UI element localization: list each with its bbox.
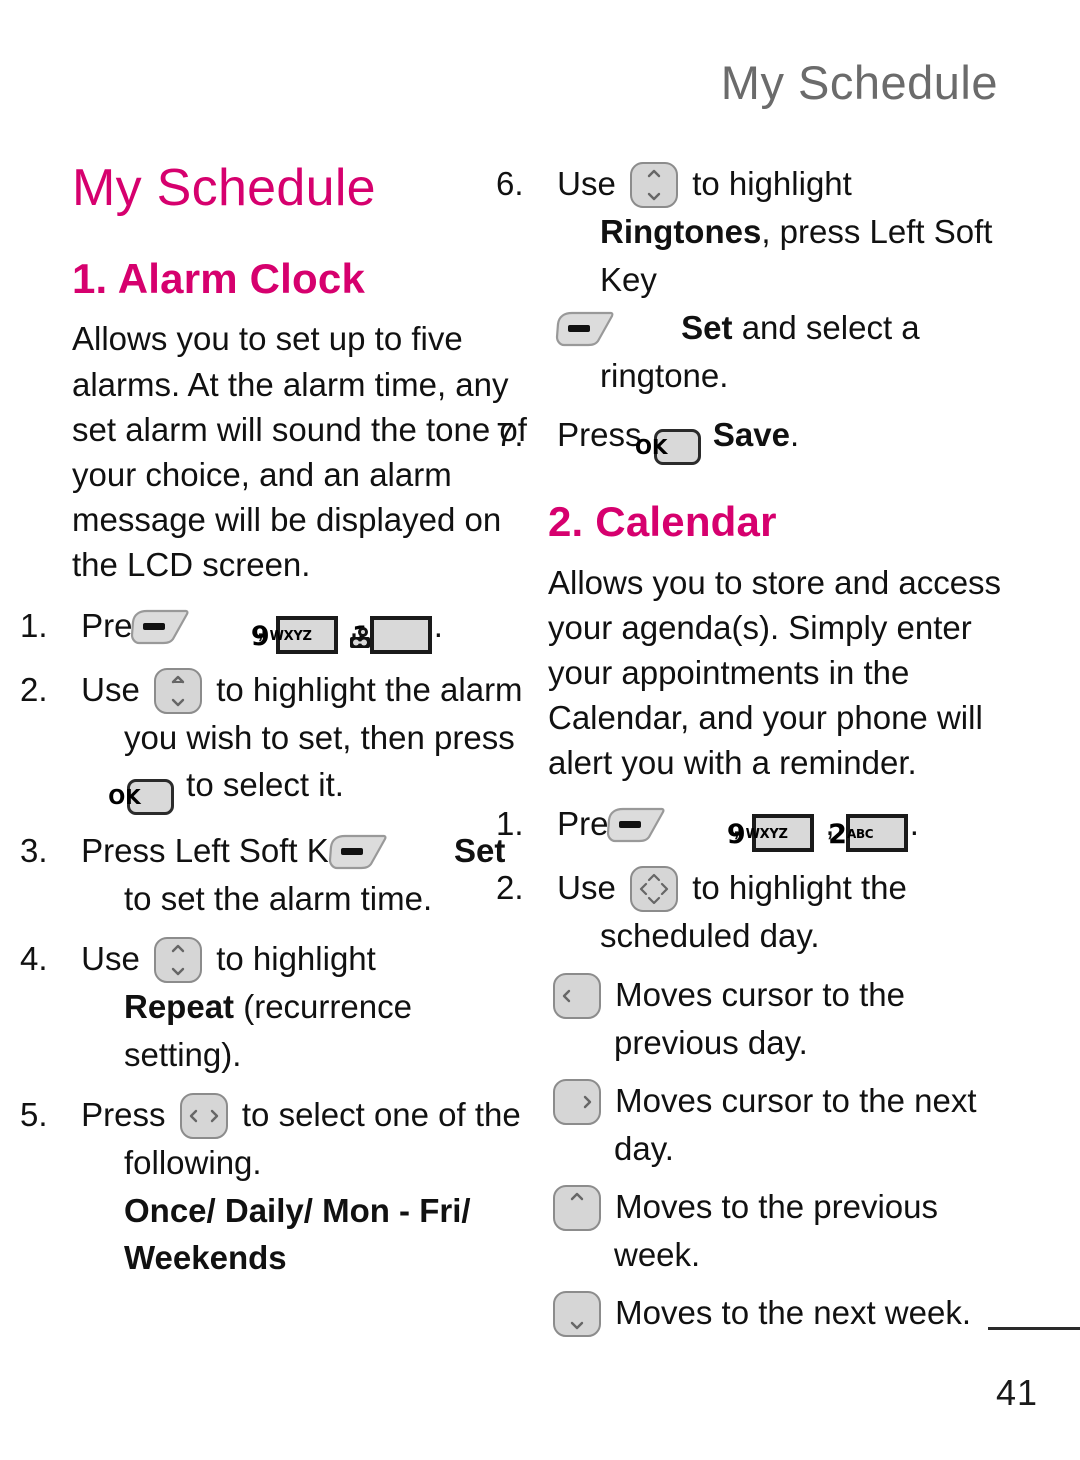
nav-up-down-key-icon xyxy=(630,162,679,208)
nav-down-key-icon xyxy=(553,1290,601,1337)
key-2-abc-icon: 2ABC xyxy=(828,813,908,852)
key-description-text: Moves cursor to the previous day. xyxy=(614,976,905,1062)
step-text-end: . xyxy=(433,606,443,644)
left-soft-key-icon xyxy=(555,310,668,348)
alarm-step-7: 7. Press OK Save. xyxy=(496,411,1018,466)
key-description-text: Moves to the previous week. xyxy=(614,1188,939,1274)
left-column: My Schedule 1. Alarm Clock Allows you to… xyxy=(20,159,532,1294)
step-text-end: to select it. xyxy=(186,766,344,804)
footer-divider-rule xyxy=(988,1327,1080,1330)
nav-up-down-key-icon xyxy=(154,667,203,714)
running-header-title: My Schedule xyxy=(720,56,998,109)
key-description-text: Moves to the next week. xyxy=(615,1293,972,1331)
nav-left-right-key-icon xyxy=(179,1092,228,1139)
alarm-step-2: 2. Use to highlight the alarm you wish t… xyxy=(20,666,532,816)
key-1-voicemail-icon: 1 xyxy=(349,615,432,654)
key-letters: WXYZ xyxy=(745,826,788,842)
right-column: 6. Use to highlight Ringtones, press Lef… xyxy=(496,160,1018,1347)
step-text: Press Left Soft Key xyxy=(81,832,364,870)
step-text: to highlight xyxy=(216,940,376,978)
nav-right-key-icon xyxy=(553,1079,601,1126)
key-letters: WXYZ xyxy=(269,628,312,644)
key-digit: 9 xyxy=(726,818,746,850)
nav-four-way-key-icon xyxy=(630,865,679,912)
alarm-step-5: 5. Press to select one of the following.… xyxy=(20,1091,532,1283)
chapter-title: My Schedule xyxy=(72,159,376,217)
repeat-options-list: Once/ Daily/ Mon - Fri/ Weekends xyxy=(124,1191,471,1277)
key-description-text: Moves cursor to the next day. xyxy=(614,1082,977,1168)
page-number: 41 xyxy=(995,1372,1038,1413)
step-text: Use xyxy=(81,670,140,708)
ok-key-icon: OK xyxy=(635,429,701,466)
step-text: Use xyxy=(557,165,616,202)
key-digit: 9 xyxy=(250,620,270,652)
nav-up-key-icon xyxy=(553,1185,601,1232)
menu-item-ringtones: Ringtones xyxy=(600,213,762,250)
key-9-wxyz-icon: 9WXYZ xyxy=(727,813,815,852)
calendar-step-1: 1. Press , 9WXYZ , 2ABC. xyxy=(496,804,919,852)
key-9-wxyz-icon: 9WXYZ xyxy=(251,615,339,654)
calendar-key-description-left: Moves cursor to the previous day. xyxy=(548,971,1018,1067)
left-soft-key-icon xyxy=(606,806,719,844)
voicemail-icon xyxy=(349,624,398,648)
step-text: Use xyxy=(81,940,140,978)
alarm-step-1: 1. Press , 9WXYZ , 1. xyxy=(20,606,443,654)
step-text-end: . xyxy=(909,804,919,842)
step-text: Use xyxy=(557,868,616,906)
alarm-step-6: 6. Use to highlight Ringtones, press Lef… xyxy=(496,160,1018,399)
key-digit: 2 xyxy=(828,818,847,850)
step-text-end: . xyxy=(789,416,800,454)
step-text: to highlight xyxy=(692,165,852,202)
step-text-end: to set the alarm time. xyxy=(124,880,433,918)
left-soft-key-icon xyxy=(328,833,441,871)
calendar-key-description-down: Moves to the next week. xyxy=(548,1289,1018,1337)
left-soft-key-icon xyxy=(130,608,243,646)
section-title-alarm-clock: 1. Alarm Clock xyxy=(72,255,366,303)
calendar-key-description-up: Moves to the previous week. xyxy=(548,1183,1018,1279)
ok-key-icon: OK xyxy=(108,779,174,816)
menu-item-save: Save xyxy=(712,416,790,454)
calendar-key-description-right: Moves cursor to the next day. xyxy=(548,1077,1018,1173)
calendar-intro-paragraph: Allows you to store and access your agen… xyxy=(548,563,1002,782)
step-text: Press xyxy=(81,1095,166,1133)
menu-item-repeat: Repeat xyxy=(124,988,235,1026)
nav-left-key-icon xyxy=(553,973,601,1020)
soft-key-label: Set xyxy=(681,308,733,346)
calendar-step-2: 2. Use to highlight the scheduled day. xyxy=(496,864,1018,960)
key-letters: ABC xyxy=(846,826,874,841)
nav-up-down-key-icon xyxy=(154,937,203,984)
alarm-clock-intro-paragraph: Allows you to set up to five alarms. At … xyxy=(72,320,527,584)
alarm-step-4: 4. Use to highlight Repeat (recurrence s… xyxy=(20,935,532,1079)
section-title-calendar: 2. Calendar xyxy=(548,498,777,546)
alarm-step-3: 3. Press Left Soft Key Set to set the al… xyxy=(20,832,506,918)
step-text: Press xyxy=(557,416,642,454)
